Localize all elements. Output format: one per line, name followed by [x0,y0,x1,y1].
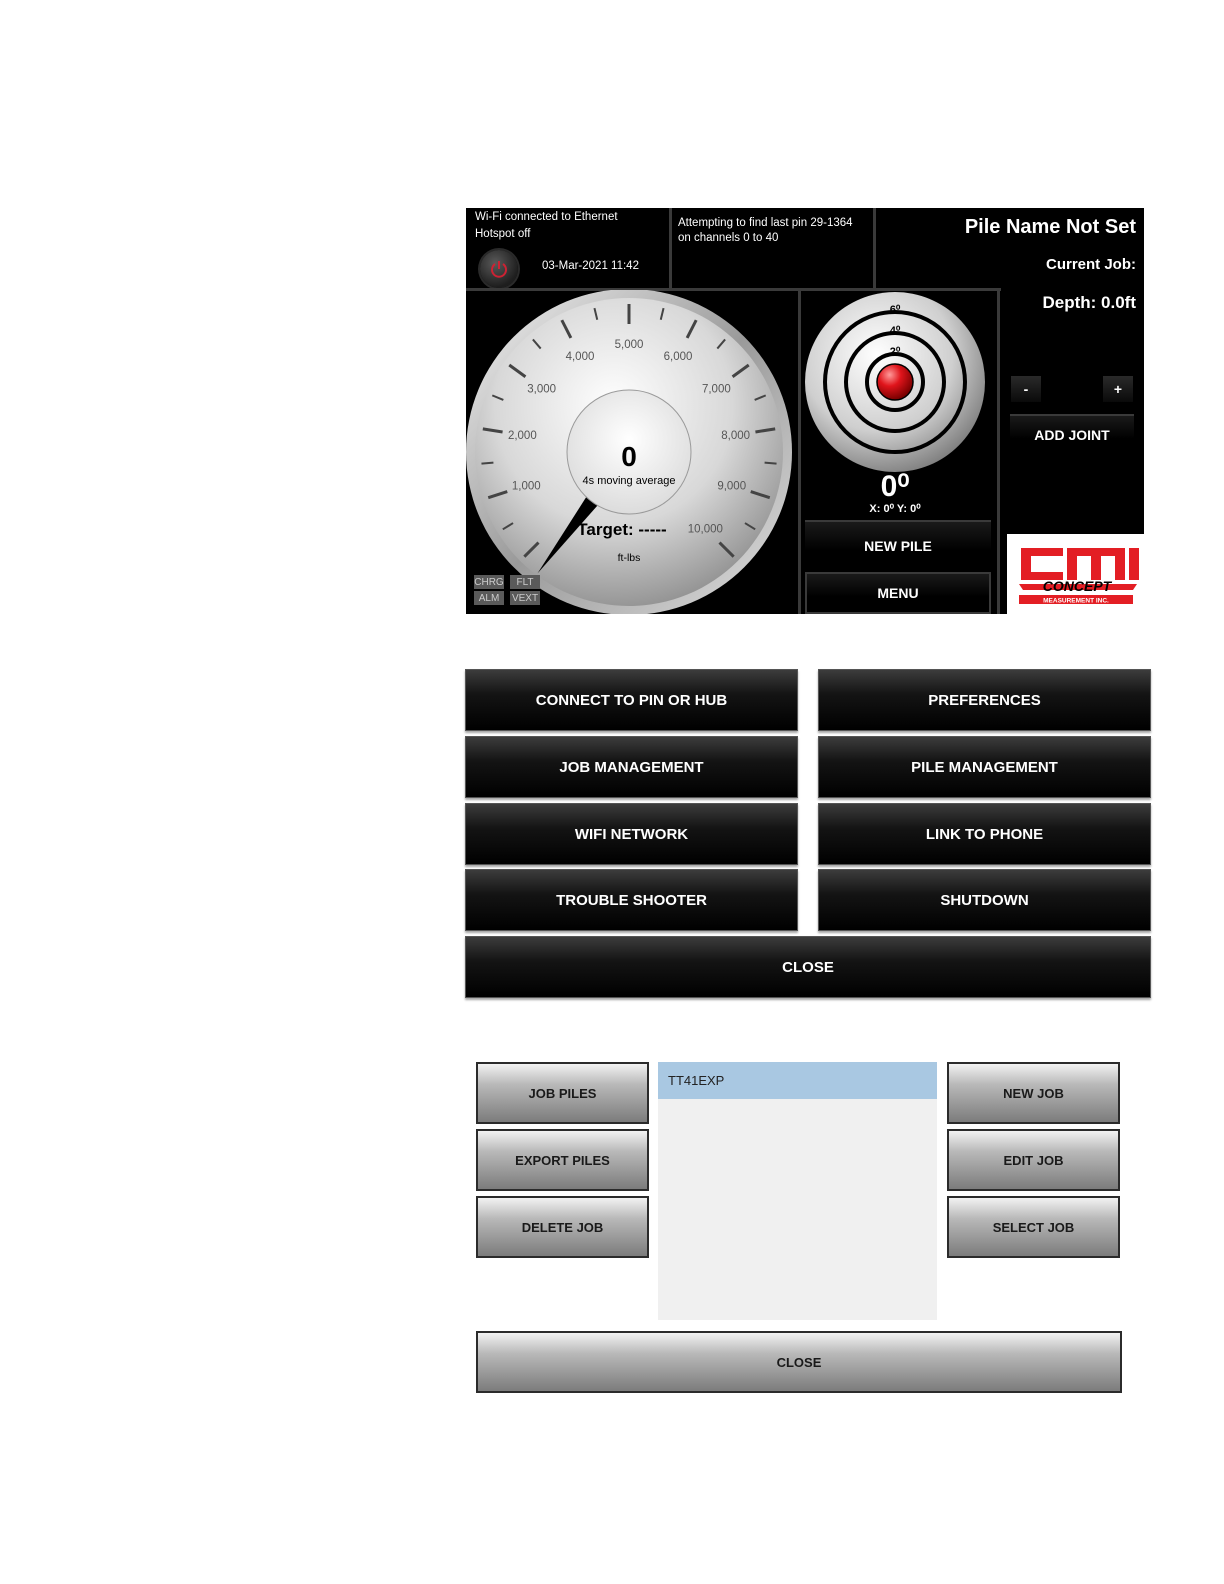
ring-label-6: 6⁰ [890,304,901,316]
main-screen: Wi-Fi connected to Ethernet Hotspot off … [466,208,1144,614]
gauge-target: Target: ----- [577,520,666,539]
gauge-tick-label: 10,000 [688,523,723,535]
delete-job-button[interactable]: DELETE JOB [476,1196,649,1258]
search-status-line1: Attempting to find last pin 29-1364 [678,217,853,229]
tilt-level-indicator: 6⁰ 4⁰ 2⁰ [805,292,985,472]
job-list[interactable]: TT41EXP [658,1062,937,1320]
gauge-value: 0 [621,441,637,472]
gauge-tick-label: 5,000 [615,339,644,351]
date-time: 03-Mar-2021 11:42 [542,260,639,272]
divider [997,291,1000,614]
depth-increase-button[interactable]: + [1103,376,1133,402]
jobs-close-button[interactable]: CLOSE [476,1331,1122,1393]
job-management-button[interactable]: JOB MANAGEMENT [465,736,798,798]
ring-label-2: 2⁰ [890,346,901,358]
ring-label-4: 4⁰ [890,325,901,337]
trouble-shooter-button[interactable]: TROUBLE SHOOTER [465,869,798,931]
gauge-tick-label: 4,000 [566,351,595,363]
current-job-label: Current Job: [1046,256,1136,273]
edit-job-button[interactable]: EDIT JOB [947,1129,1120,1191]
cmi-logo-mark: CONCEPT MEASUREMENT INC. [1019,548,1139,605]
gauge-tick-label: 2,000 [508,430,537,442]
gauge-tick-label: 3,000 [527,384,556,396]
search-status-line2: on channels 0 to 40 [678,232,779,244]
menu-close-button[interactable]: CLOSE [465,936,1151,998]
divider [873,208,876,288]
gauge-unit: ft-lbs [618,552,641,564]
bubble-icon [876,363,914,401]
power-button[interactable] [480,250,518,288]
pile-name: Pile Name Not Set [964,216,1136,238]
cmi-logo: CONCEPT MEASUREMENT INC. [1007,534,1144,614]
select-job-button[interactable]: SELECT JOB [947,1196,1120,1258]
pile-management-button[interactable]: PILE MANAGEMENT [818,736,1151,798]
alarm-indicator: ALM [474,591,504,605]
divider [798,291,801,614]
gauge-tick-label: 6,000 [664,351,693,363]
job-list-item[interactable]: TT41EXP [658,1062,937,1099]
pin-search-panel: Attempting to find last pin 29-1364 on c… [672,208,873,288]
gauge-tick-label: 8,000 [721,430,750,442]
gauge-tick [481,461,494,465]
export-piles-button[interactable]: EXPORT PILES [476,1129,649,1191]
add-joint-button[interactable]: ADD JOINT [1010,414,1134,454]
menu-button[interactable]: MENU [805,572,991,614]
torque-gauge: 1,000 2,000 3,000 4,000 5,000 6,000 7,000 8,000… [466,290,792,614]
depth-label: Depth: 0.0ft [1042,293,1137,312]
wifi-status-panel: Wi-Fi connected to Ethernet Hotspot off … [466,208,669,288]
power-icon [491,261,507,278]
new-pile-button[interactable]: NEW PILE [805,520,991,570]
gauge-tick-label: 9,000 [717,480,746,492]
vext-indicator: VEXT [510,591,540,605]
shutdown-button[interactable]: SHUTDOWN [818,869,1151,931]
depth-decrease-button[interactable]: - [1011,376,1041,402]
logo-company: CONCEPT [1043,578,1113,594]
hotspot-status-text: Hotspot off [475,228,531,240]
job-piles-button[interactable]: JOB PILES [476,1062,649,1124]
tilt-angle: 0⁰ [880,470,910,503]
gauge-tick-label: 1,000 [512,480,541,492]
fault-indicator: FLT [510,575,540,589]
logo-tagline: MEASUREMENT INC. [1043,598,1109,605]
new-job-button[interactable]: NEW JOB [947,1062,1120,1124]
gauge-subtitle: 4s moving average [583,475,676,487]
wifi-status-text: Wi-Fi connected to Ethernet [475,211,618,223]
link-phone-button[interactable]: LINK TO PHONE [818,803,1151,865]
wifi-network-button[interactable]: WIFI NETWORK [465,803,798,865]
gauge-tick-label: 7,000 [702,384,731,396]
charge-indicator: CHRG [474,575,504,589]
preferences-button[interactable]: PREFERENCES [818,669,1151,731]
gauge-tick [764,461,777,465]
tilt-xy: X: 0⁰ Y: 0⁰ [869,503,921,515]
connect-pin-button[interactable]: CONNECT TO PIN OR HUB [465,669,798,731]
